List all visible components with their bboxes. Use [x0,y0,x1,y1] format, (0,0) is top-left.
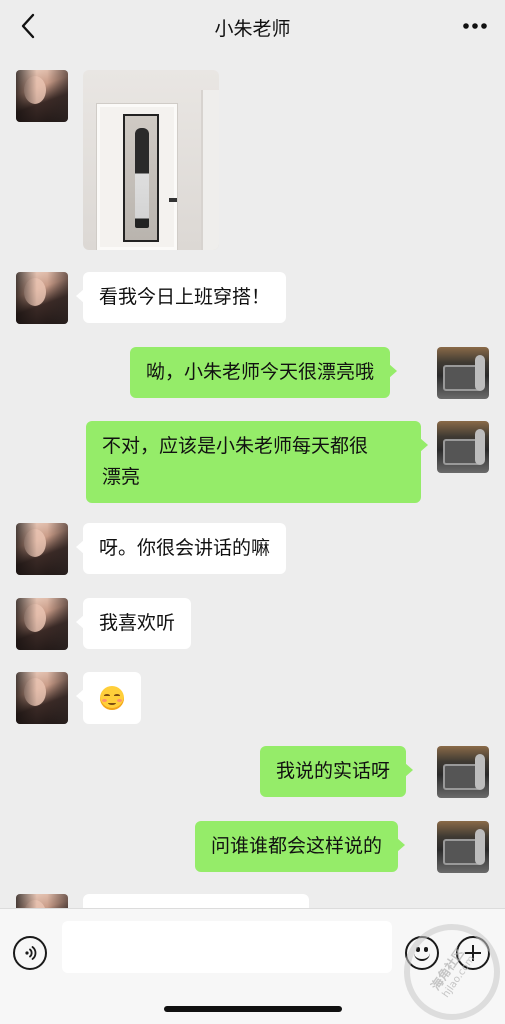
photo-person [135,128,149,228]
outgoing-message[interactable]: 问谁谁都会这样说的 [195,821,406,872]
incoming-message[interactable]: 呀。你很会讲话的嘛 [75,523,287,574]
smiley-icon [416,947,420,952]
my-avatar[interactable] [437,347,489,399]
incoming-message-partial[interactable] [83,894,309,908]
emoji-message[interactable] [76,672,141,724]
outgoing-message[interactable]: 我说的实话呀 [260,746,414,797]
my-avatar[interactable] [437,746,489,798]
emoji-button[interactable] [405,936,439,970]
voice-icon [25,946,37,960]
contact-avatar[interactable] [16,523,68,575]
incoming-message[interactable]: 看我今日上班穿搭！ [75,272,287,323]
blush-emoji-icon [100,686,124,710]
contact-avatar[interactable] [16,70,68,122]
chat-header: 小朱老师 [0,0,505,54]
chat-title: 小朱老师 [214,17,291,40]
incoming-message[interactable]: 我喜欢听 [75,598,192,649]
more-functions-button[interactable] [456,936,490,970]
photo-door-knob [169,198,177,202]
home-indicator[interactable] [164,1006,342,1012]
image-message[interactable] [83,70,219,250]
back-button[interactable] [14,10,42,42]
contact-avatar[interactable] [16,672,68,724]
message-input[interactable] [62,921,392,973]
photo-wall [201,90,219,250]
my-avatar[interactable] [437,821,489,873]
outgoing-message[interactable]: 不对，应该是小朱老师每天都很 漂亮 [86,421,428,503]
outgoing-message[interactable]: 呦，小朱老师今天很漂亮哦 [130,347,398,398]
message-list[interactable]: 看我今日上班穿搭！ 呦，小朱老师今天很漂亮哦 不对，应该是小朱老师每天都很 漂亮… [0,54,505,908]
contact-avatar[interactable] [16,598,68,650]
voice-button[interactable] [13,936,47,970]
more-dots-icon [463,23,487,29]
chevron-left-icon [21,13,35,39]
my-avatar[interactable] [437,421,489,473]
contact-avatar[interactable] [16,272,68,324]
more-button[interactable] [459,12,491,40]
contact-avatar[interactable] [16,894,68,908]
